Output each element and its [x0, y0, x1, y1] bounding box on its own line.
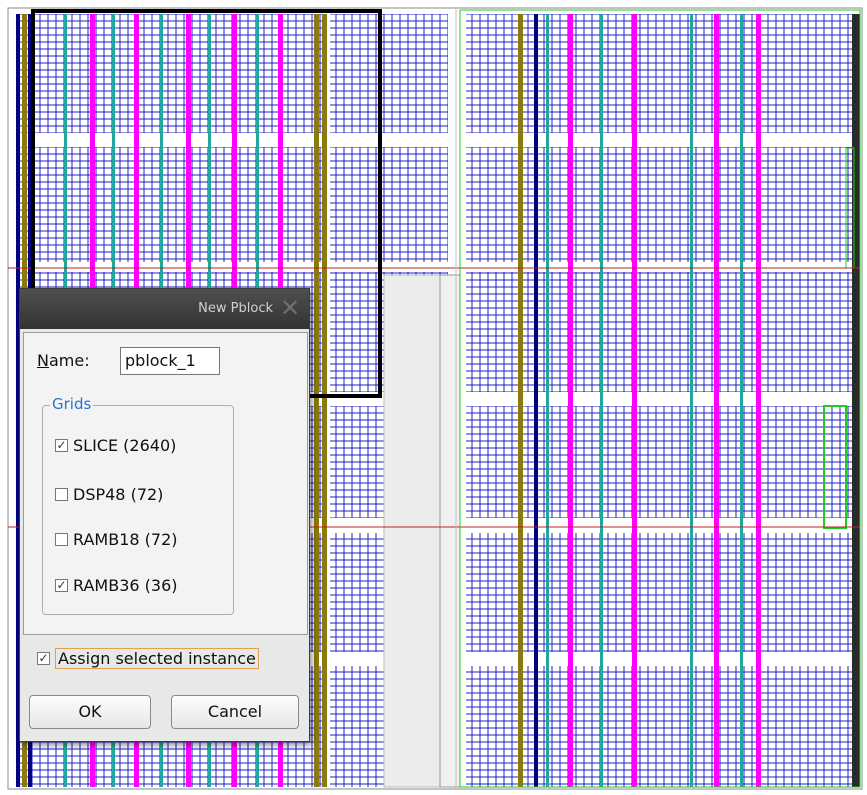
close-icon[interactable]: ✕ — [277, 295, 303, 321]
dsp-column — [714, 14, 719, 787]
clock-column — [322, 14, 327, 787]
bram-column — [690, 14, 693, 787]
assign-instance-checkbox[interactable]: ✓ Assign selected instance — [37, 648, 259, 669]
ok-button[interactable]: OK — [29, 695, 151, 729]
io-strip — [439, 274, 461, 788]
checkbox-dsp48[interactable] — [55, 488, 68, 501]
grids-legend: Grids — [50, 395, 94, 413]
bram-column — [740, 14, 743, 787]
clb-tile-block — [330, 147, 448, 262]
clb-tile-block — [466, 406, 860, 518]
grid-slice-label: SLICE (2640) — [73, 436, 177, 455]
grid-ramb36-label: RAMB36 (36) — [73, 576, 178, 595]
grid-ramb18-checkbox[interactable]: RAMB18 (72) — [55, 530, 177, 549]
io-column — [534, 14, 538, 787]
checkbox-assign[interactable]: ✓ — [37, 652, 50, 665]
options-panel: Name: pblock_1 Grids ✓ SLICE (2640) DSP4… — [23, 332, 308, 635]
clock-column — [314, 14, 319, 787]
cancel-button[interactable]: Cancel — [171, 695, 299, 729]
clb-tile-block — [466, 147, 860, 262]
grid-slice-checkbox[interactable]: ✓ SLICE (2640) — [55, 436, 176, 455]
clock-column — [518, 14, 523, 787]
grid-dsp48-checkbox[interactable]: DSP48 (72) — [55, 485, 163, 504]
name-field[interactable]: pblock_1 — [120, 347, 220, 375]
new-pblock-dialog: New Pblock ✕ Name: pblock_1 Grids ✓ SLIC… — [19, 288, 310, 742]
dialog-body: Name: pblock_1 Grids ✓ SLICE (2640) DSP4… — [20, 329, 309, 741]
grid-dsp48-label: DSP48 (72) — [73, 485, 164, 504]
checkbox-ramb18[interactable] — [55, 533, 68, 546]
assign-label: Assign selected instance — [55, 648, 259, 669]
dialog-titlebar[interactable]: New Pblock ✕ — [20, 289, 309, 330]
grid-ramb18-label: RAMB18 (72) — [73, 530, 178, 549]
clb-tile-block — [466, 14, 860, 133]
clb-tile-block — [330, 14, 448, 133]
checkbox-ramb36[interactable]: ✓ — [55, 579, 68, 592]
clb-tile-block — [466, 533, 860, 652]
dialog-title: New Pblock — [198, 301, 273, 316]
clb-tile-block — [466, 272, 860, 392]
clb-tile-block — [466, 666, 860, 787]
checkbox-slice[interactable]: ✓ — [55, 439, 68, 452]
right-io-bank — [852, 14, 860, 787]
dsp-column — [632, 14, 637, 787]
dsp-column — [568, 14, 573, 787]
bram-column — [546, 14, 549, 787]
dsp-column — [756, 14, 761, 787]
name-label-rest: ame: — [48, 351, 90, 370]
name-label: Name: — [37, 351, 90, 370]
grid-ramb36-checkbox[interactable]: ✓ RAMB36 (36) — [55, 576, 177, 595]
bram-column — [600, 14, 603, 787]
name-label-mnemonic: N — [37, 351, 49, 370]
